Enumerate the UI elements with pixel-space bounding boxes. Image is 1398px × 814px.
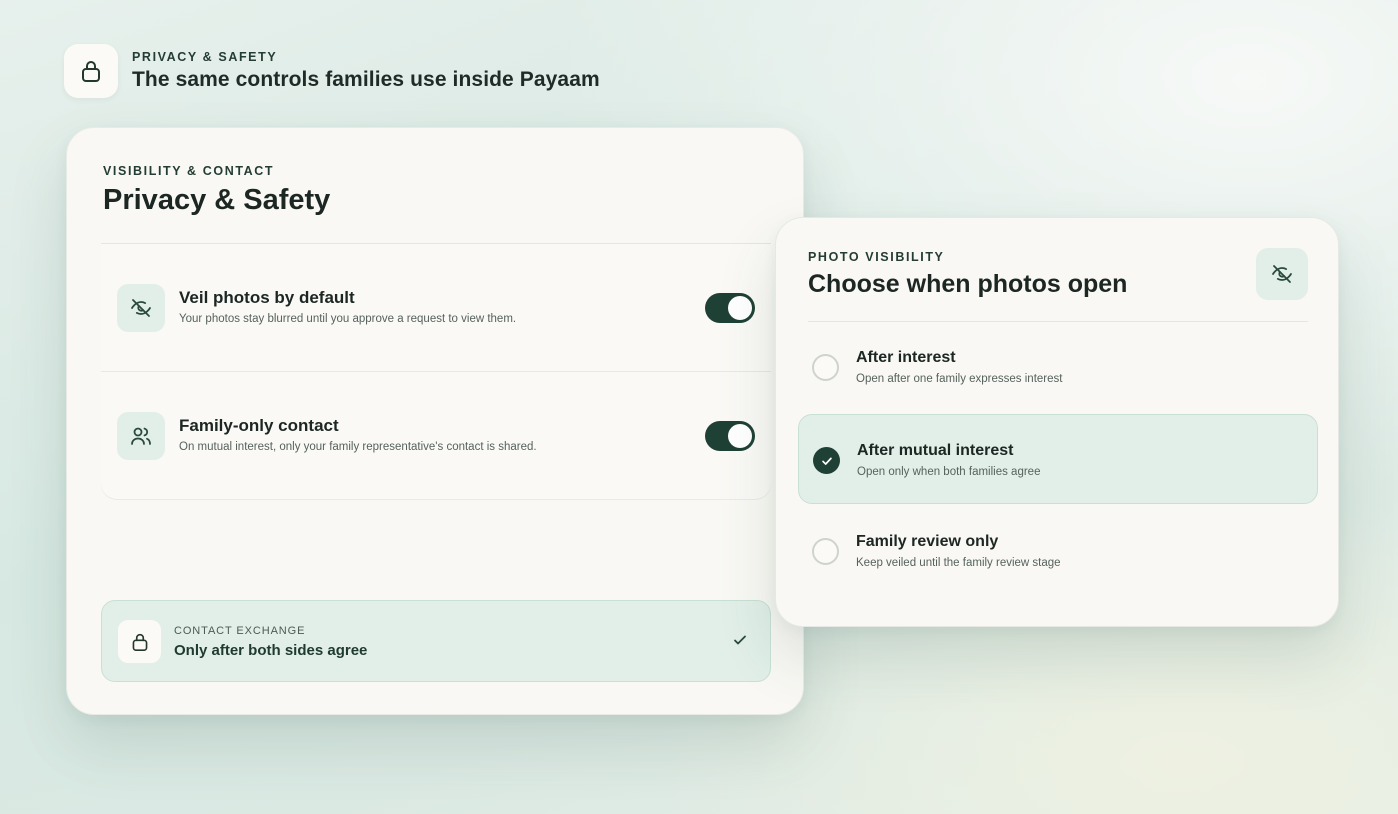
option-description: Open only when both families agree <box>857 466 1041 478</box>
privacy-card-eyebrow: VISIBILITY & CONTACT <box>103 164 275 178</box>
setting-title: Veil photos by default <box>179 288 355 307</box>
option-title: Family review only <box>856 533 999 550</box>
users-icon <box>117 412 165 460</box>
option-family-review-only[interactable]: Family review only Keep veiled until the… <box>798 506 1318 596</box>
lock-icon <box>118 620 161 663</box>
option-after-interest[interactable]: After interest Open after one family exp… <box>798 322 1318 412</box>
photo-visibility-card: PHOTO VISIBILITY Choose when photos open… <box>775 217 1339 627</box>
header-title: The same controls families use inside Pa… <box>132 68 600 91</box>
setting-title: Family-only contact <box>179 416 339 435</box>
option-after-mutual-interest[interactable]: After mutual interest Open only when bot… <box>798 414 1318 504</box>
contact-exchange-panel: CONTACT EXCHANGE Only after both sides a… <box>101 600 771 682</box>
photo-card-title: Choose when photos open <box>808 270 1128 298</box>
toggle-knob <box>728 296 752 320</box>
family-only-contact-toggle[interactable] <box>705 421 755 451</box>
privacy-safety-card: VISIBILITY & CONTACT Privacy & Safety Ve… <box>66 127 804 715</box>
veil-photos-toggle[interactable] <box>705 293 755 323</box>
option-title: After interest <box>856 349 956 366</box>
option-title: After mutual interest <box>857 442 1014 459</box>
setting-veil-photos: Veil photos by default Your photos stay … <box>101 244 771 372</box>
radio-checked[interactable] <box>813 447 840 474</box>
eye-off-icon <box>1256 248 1308 300</box>
eye-off-icon <box>117 284 165 332</box>
radio-unchecked[interactable] <box>812 354 839 381</box>
header-lock-icon <box>64 44 118 98</box>
photo-card-eyebrow: PHOTO VISIBILITY <box>808 250 945 264</box>
option-description: Open after one family expresses interest <box>856 373 1063 385</box>
check-icon <box>732 632 748 648</box>
setting-family-only-contact: Family-only contact On mutual interest, … <box>101 372 771 500</box>
contact-exchange-value: Only after both sides agree <box>174 642 368 659</box>
setting-description: On mutual interest, only your family rep… <box>179 441 537 453</box>
radio-unchecked[interactable] <box>812 538 839 565</box>
privacy-card-title: Privacy & Safety <box>103 184 331 216</box>
setting-description: Your photos stay blurred until you appro… <box>179 313 517 325</box>
contact-exchange-label: CONTACT EXCHANGE <box>174 625 306 637</box>
settings-list: Veil photos by default Your photos stay … <box>101 244 771 499</box>
toggle-knob <box>728 424 752 448</box>
option-description: Keep veiled until the family review stag… <box>856 557 1061 569</box>
check-icon <box>821 457 832 465</box>
header-eyebrow: PRIVACY & SAFETY <box>132 50 278 64</box>
